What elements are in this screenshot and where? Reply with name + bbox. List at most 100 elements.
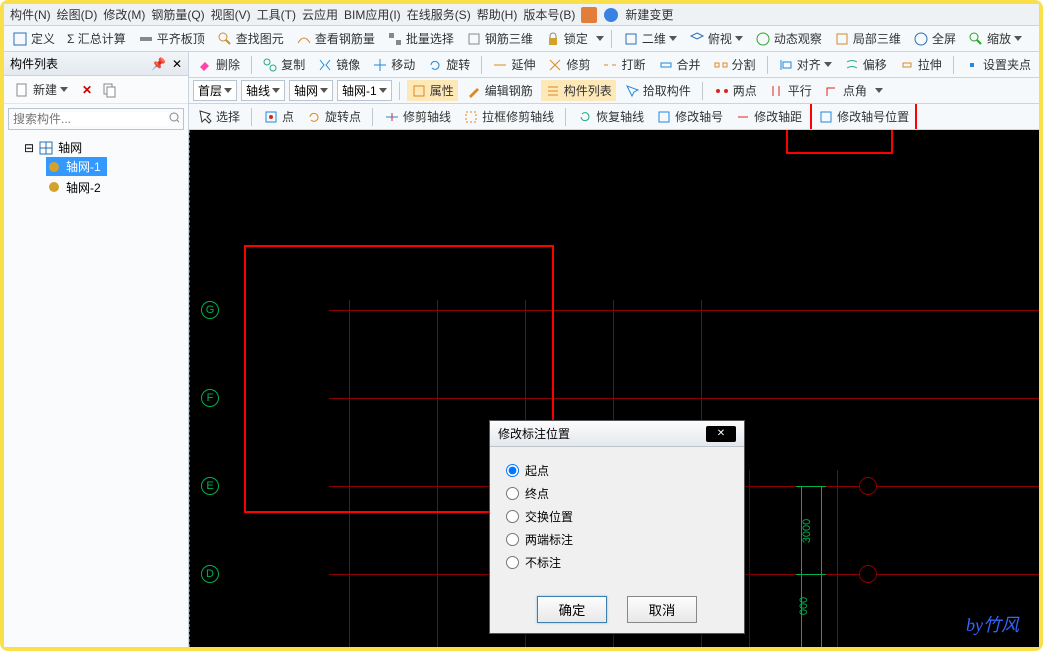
eraser-icon (197, 57, 213, 73)
copy-icon[interactable] (102, 82, 118, 98)
two-point-button[interactable]: 两点 (710, 80, 761, 101)
menu-item[interactable]: 视图(V) (211, 6, 251, 23)
fullscreen-button[interactable]: 全屏 (909, 28, 960, 49)
menu-item[interactable]: 云应用 (302, 6, 338, 23)
delete-icon[interactable]: ✕ (82, 83, 92, 97)
search-input[interactable] (13, 112, 168, 126)
view2d-button[interactable]: 二维 (619, 28, 681, 49)
cancel-button[interactable]: 取消 (627, 596, 697, 623)
tree-item-selected[interactable]: 轴网-1 (46, 157, 107, 176)
extend-icon (492, 57, 508, 73)
radio-input[interactable] (506, 487, 519, 500)
radio-input[interactable] (506, 510, 519, 523)
close-icon[interactable]: ✕ (172, 57, 182, 71)
lock-button[interactable]: 锁定 (541, 28, 592, 49)
radio-option[interactable]: 交换位置 (506, 505, 728, 528)
align-button[interactable]: 对齐 (774, 54, 836, 75)
split-button[interactable]: 分割 (709, 54, 760, 75)
search-small-icon[interactable] (168, 111, 179, 127)
trim-icon (547, 57, 563, 73)
box-trim-button[interactable]: 拉框修剪轴线 (459, 106, 558, 127)
move-button[interactable]: 移动 (368, 54, 419, 75)
radio-input[interactable] (506, 464, 519, 477)
tree-item[interactable]: 轴网-2 (10, 178, 182, 197)
pick-button[interactable]: 拾取构件 (620, 80, 695, 101)
radio-option[interactable]: 不标注 (506, 551, 728, 574)
local3d-button[interactable]: 局部三维 (830, 28, 905, 49)
toolbar-context: 首层 轴线 轴网 轴网-1 属性 编辑钢筋 构件列表 拾取构件 两点 平行 点角 (189, 78, 1039, 104)
menu-item[interactable]: 在线服务(S) (407, 6, 471, 23)
select-button[interactable]: 选择 (193, 106, 244, 127)
topview-button[interactable]: 俯视 (685, 28, 747, 49)
axis-dropdown[interactable]: 轴线 (241, 80, 285, 101)
radio-input[interactable] (506, 556, 519, 569)
trimaxis-icon (384, 109, 400, 125)
dynamic-obs-button[interactable]: 动态观察 (751, 28, 826, 49)
menu-item[interactable]: 修改(M) (103, 6, 145, 23)
floor-dropdown[interactable]: 首层 (193, 80, 237, 101)
corner-button[interactable]: 点角 (820, 80, 871, 101)
radio-option[interactable]: 终点 (506, 482, 728, 505)
grid-dropdown[interactable]: 轴网 (289, 80, 333, 101)
batch-select-button[interactable]: 批量选择 (383, 28, 458, 49)
radio-option[interactable]: 两端标注 (506, 528, 728, 551)
fullscreen-icon (913, 31, 929, 47)
ok-button[interactable]: 确定 (537, 596, 607, 623)
axis-marker (859, 565, 877, 583)
extend-button[interactable]: 延伸 (488, 54, 539, 75)
edit-rebar-button[interactable]: 编辑钢筋 (462, 80, 537, 101)
merge-button[interactable]: 合并 (654, 54, 705, 75)
mirror-button[interactable]: 镜像 (313, 54, 364, 75)
radio-input[interactable] (506, 533, 519, 546)
trim-button[interactable]: 修剪 (543, 54, 594, 75)
menubar: 构件(N) 绘图(D) 修改(M) 钢筋量(Q) 视图(V) 工具(T) 云应用… (4, 4, 1039, 26)
dialog-close-button[interactable]: ✕ (706, 426, 736, 442)
dialog-body: 起点 终点 交换位置 两端标注 不标注 (490, 447, 744, 586)
restore-axis-button[interactable]: 恢复轴线 (573, 106, 648, 127)
toolbar-edit: 删除 复制 镜像 移动 旋转 延伸 修剪 打断 合并 分割 对齐 偏移 拉伸 设… (189, 52, 1039, 78)
collapse-icon[interactable]: ⊟ (24, 141, 34, 155)
offset-button[interactable]: 偏移 (840, 54, 891, 75)
menu-item[interactable]: 构件(N) (10, 6, 51, 23)
dialog-titlebar[interactable]: 修改标注位置 ✕ (490, 421, 744, 447)
new-button[interactable]: 新建 (10, 79, 72, 100)
menu-item[interactable]: 新建变更 (625, 6, 673, 23)
pin-icon[interactable]: 📌 (151, 57, 166, 71)
rebar-view-button[interactable]: 查看钢筋量 (292, 28, 379, 49)
property-button[interactable]: 属性 (407, 80, 458, 101)
menu-item[interactable]: BIM应用(I) (344, 6, 401, 23)
dropdown-caret-icon[interactable] (596, 36, 604, 41)
local3d-icon (834, 31, 850, 47)
radio-option[interactable]: 起点 (506, 459, 728, 482)
flat-button[interactable]: 平齐板顶 (134, 28, 209, 49)
point-button[interactable]: 点 (259, 106, 298, 127)
editdist-icon (735, 109, 751, 125)
menu-item[interactable]: 版本号(B) (523, 6, 575, 23)
menu-item[interactable]: 绘图(D) (57, 6, 98, 23)
tree-root[interactable]: ⊟ 轴网 (10, 138, 182, 157)
zoom-button[interactable]: 缩放 (964, 28, 1026, 49)
component-list-button[interactable]: 构件列表 (541, 80, 616, 101)
find-button[interactable]: 查找图元 (213, 28, 288, 49)
menu-item[interactable]: 钢筋量(Q) (151, 6, 204, 23)
rotpoint-button[interactable]: 旋转点 (302, 106, 365, 127)
edit-axis-button[interactable]: 修改轴号 (652, 106, 727, 127)
grip-button[interactable]: 设置夹点 (960, 54, 1035, 75)
define-button[interactable]: 定义 (8, 28, 59, 49)
edit-dist-button[interactable]: 修改轴距 (731, 106, 806, 127)
menu-item[interactable]: 帮助(H) (477, 6, 518, 23)
edit-pos-button[interactable]: 修改轴号位置 (810, 104, 917, 130)
menu-item[interactable]: 工具(T) (257, 6, 296, 23)
copy-button[interactable]: 复制 (258, 54, 309, 75)
sum-button[interactable]: Σ 汇总计算 (63, 28, 130, 49)
rebar3d-button[interactable]: 钢筋三维 (462, 28, 537, 49)
trim-axis-button[interactable]: 修剪轴线 (380, 106, 455, 127)
break-button[interactable]: 打断 (598, 54, 649, 75)
rotate-button[interactable]: 旋转 (423, 54, 474, 75)
parallel-button[interactable]: 平行 (765, 80, 816, 101)
delete-button[interactable]: 删除 (193, 54, 244, 75)
search-box[interactable] (8, 108, 184, 130)
grid-instance-dropdown[interactable]: 轴网-1 (337, 80, 392, 101)
stretch-button[interactable]: 拉伸 (895, 54, 946, 75)
canvas[interactable]: G F E D E D 3000 000 by竹风 (189, 130, 1039, 647)
